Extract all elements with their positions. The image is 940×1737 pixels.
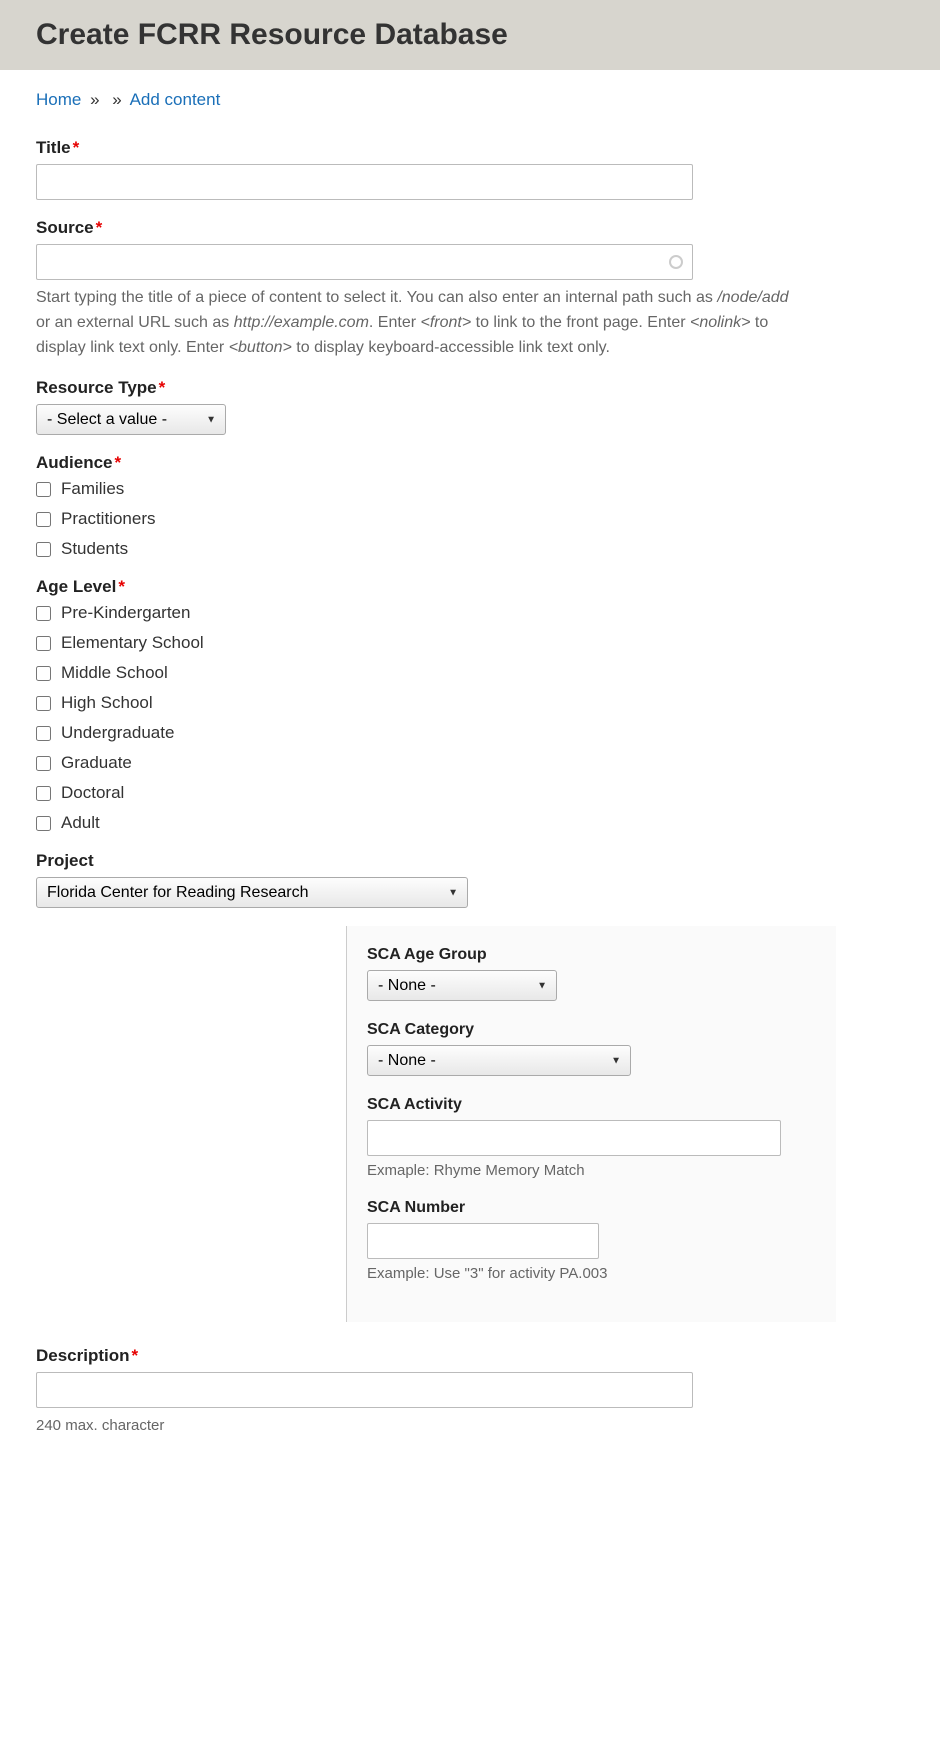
age-level-label-text: Age Level: [36, 577, 116, 596]
audience-option-label[interactable]: Practitioners: [61, 509, 155, 529]
age-level-option-label[interactable]: Elementary School: [61, 633, 204, 653]
age-level-option-label[interactable]: Adult: [61, 813, 100, 833]
sca-age-group-select-wrapper: - None -: [367, 970, 557, 1001]
sca-number-field: SCA Number Example: Use "3" for activity…: [367, 1199, 836, 1282]
sca-activity-field: SCA Activity Exmaple: Rhyme Memory Match: [367, 1096, 836, 1179]
sca-age-group-label: SCA Age Group: [367, 946, 836, 964]
age-level-checkbox[interactable]: [36, 816, 51, 831]
content-area: Home » » Add content Title* Source* Star…: [0, 70, 940, 1476]
audience-label-text: Audience: [36, 453, 113, 472]
audience-option-label[interactable]: Students: [61, 539, 128, 559]
age-level-option-label[interactable]: Doctoral: [61, 783, 124, 803]
title-label-text: Title: [36, 138, 71, 157]
age-level-option-label[interactable]: Graduate: [61, 753, 132, 773]
resource-type-select[interactable]: - Select a value -: [36, 404, 226, 435]
audience-checkbox[interactable]: [36, 512, 51, 527]
sca-activity-help: Exmaple: Rhyme Memory Match: [367, 1162, 836, 1179]
required-marker: *: [115, 453, 122, 472]
age-level-row: High School: [36, 693, 904, 713]
required-marker: *: [96, 218, 103, 237]
resource-type-field-group: Resource Type* - Select a value -: [36, 378, 904, 435]
sca-category-select[interactable]: - None -: [367, 1045, 631, 1076]
title-input[interactable]: [36, 164, 693, 200]
page-title: Create FCRR Resource Database: [36, 18, 904, 52]
breadcrumb-separator: »: [90, 90, 99, 109]
breadcrumb-add-content[interactable]: Add content: [130, 90, 221, 109]
description-label: Description*: [36, 1346, 904, 1366]
audience-option-label[interactable]: Families: [61, 479, 124, 499]
breadcrumb: Home » » Add content: [36, 90, 904, 110]
age-level-checkbox[interactable]: [36, 726, 51, 741]
age-level-options: Pre-Kindergarten Elementary School Middle …: [36, 603, 904, 833]
age-level-checkbox[interactable]: [36, 696, 51, 711]
sca-number-label: SCA Number: [367, 1199, 836, 1217]
sca-category-select-wrapper: - None -: [367, 1045, 631, 1076]
audience-checkbox[interactable]: [36, 542, 51, 557]
source-field-group: Source* Start typing the title of a piec…: [36, 218, 904, 360]
resource-type-select-wrapper: - Select a value -: [36, 404, 226, 435]
age-level-checkbox[interactable]: [36, 636, 51, 651]
age-level-row: Pre-Kindergarten: [36, 603, 904, 623]
age-level-label: Age Level*: [36, 577, 904, 597]
age-level-field-group: Age Level* Pre-Kindergarten Elementary Sc…: [36, 577, 904, 833]
age-level-option-label[interactable]: Undergraduate: [61, 723, 174, 743]
sca-age-group-field: SCA Age Group - None -: [367, 946, 836, 1001]
age-level-checkbox[interactable]: [36, 786, 51, 801]
sca-age-group-select[interactable]: - None -: [367, 970, 557, 1001]
age-level-row: Graduate: [36, 753, 904, 773]
age-level-row: Undergraduate: [36, 723, 904, 743]
source-help-text: Start typing the title of a piece of con…: [36, 286, 796, 360]
audience-checkbox[interactable]: [36, 482, 51, 497]
audience-options: Families Practitioners Students: [36, 479, 904, 559]
breadcrumb-separator: »: [112, 90, 121, 109]
age-level-option-label[interactable]: High School: [61, 693, 153, 713]
age-level-checkbox[interactable]: [36, 666, 51, 681]
project-select-wrapper: Florida Center for Reading Research: [36, 877, 468, 908]
required-marker: *: [118, 577, 125, 596]
sca-number-input[interactable]: [367, 1223, 599, 1259]
source-label: Source*: [36, 218, 904, 238]
age-level-row: Elementary School: [36, 633, 904, 653]
project-field-group: Project Florida Center for Reading Resea…: [36, 851, 904, 908]
sca-number-help: Example: Use "3" for activity PA.003: [367, 1265, 836, 1282]
sca-activity-input[interactable]: [367, 1120, 781, 1156]
resource-type-label-text: Resource Type: [36, 378, 157, 397]
sca-category-label: SCA Category: [367, 1021, 836, 1039]
age-level-row: Doctoral: [36, 783, 904, 803]
title-field-group: Title*: [36, 138, 904, 200]
age-level-row: Adult: [36, 813, 904, 833]
age-level-option-label[interactable]: Middle School: [61, 663, 168, 683]
sca-activity-label: SCA Activity: [367, 1096, 836, 1114]
description-label-text: Description: [36, 1346, 130, 1365]
sca-category-field: SCA Category - None -: [367, 1021, 836, 1076]
project-select[interactable]: Florida Center for Reading Research: [36, 877, 468, 908]
resource-type-label: Resource Type*: [36, 378, 904, 398]
source-label-text: Source: [36, 218, 94, 237]
audience-row: Students: [36, 539, 904, 559]
required-marker: *: [73, 138, 80, 157]
description-input[interactable]: [36, 1372, 693, 1408]
audience-row: Practitioners: [36, 509, 904, 529]
source-input[interactable]: [36, 244, 693, 280]
age-level-option-label[interactable]: Pre-Kindergarten: [61, 603, 190, 623]
description-field-group: Description* 240 max. character: [36, 1346, 904, 1437]
audience-row: Families: [36, 479, 904, 499]
autocomplete-spinner-icon: [669, 255, 683, 269]
source-input-wrapper: [36, 244, 693, 280]
description-help: 240 max. character: [36, 1414, 796, 1437]
project-label: Project: [36, 851, 904, 871]
age-level-row: Middle School: [36, 663, 904, 683]
title-label: Title*: [36, 138, 904, 158]
audience-label: Audience*: [36, 453, 904, 473]
page-header: Create FCRR Resource Database: [0, 0, 940, 70]
sca-section: SCA Age Group - None - SCA Category - No…: [346, 926, 836, 1322]
required-marker: *: [159, 378, 166, 397]
required-marker: *: [132, 1346, 139, 1365]
age-level-checkbox[interactable]: [36, 606, 51, 621]
age-level-checkbox[interactable]: [36, 756, 51, 771]
breadcrumb-home[interactable]: Home: [36, 90, 81, 109]
audience-field-group: Audience* Families Practitioners Students: [36, 453, 904, 559]
